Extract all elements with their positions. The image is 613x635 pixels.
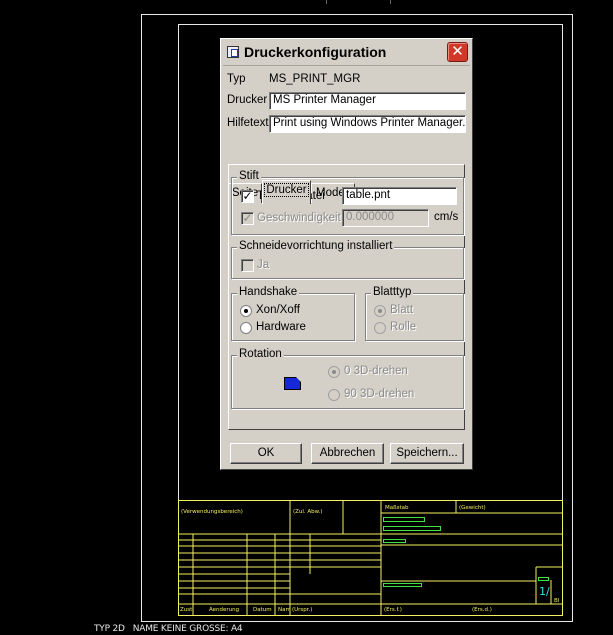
page-orientation-icon — [284, 377, 301, 390]
title-block-col-change: Aenderung — [209, 607, 239, 613]
type-label: Typ — [227, 73, 246, 85]
help-text-field[interactable]: Print using Windows Printer Manager. — [269, 115, 466, 133]
radio-blatt[interactable] — [374, 305, 386, 317]
radio-rolle[interactable] — [374, 322, 386, 334]
table-file-field[interactable]: table.pnt — [342, 187, 457, 205]
cutter-yes-checkbox[interactable] — [241, 259, 254, 272]
cancel-button[interactable]: Abbrechen — [311, 443, 384, 464]
tab-drucker-label: Drucker — [264, 183, 309, 197]
sheet-type-group-title: Blatttyp — [371, 286, 414, 298]
dialog-titlebar[interactable]: Druckerkonfiguration ✕ — [223, 41, 470, 66]
title-block-col-zust: Zust. — [180, 607, 194, 613]
radio-hardware[interactable] — [240, 322, 252, 334]
help-text-label: Hilfetext — [227, 117, 269, 129]
sheet-type-group: Blatttyp Blatt Rolle — [365, 286, 464, 341]
save-button[interactable]: Speichern... — [390, 443, 464, 464]
radio-rotate-0[interactable] — [328, 366, 340, 378]
speed-label: Geschwindigkeit — [257, 212, 341, 224]
status-line: TYP 2D NAME KEINE GROSSE: A4 — [94, 624, 243, 634]
top-ruler-mark — [326, 0, 327, 4]
radio-hardware-label: Hardware — [256, 321, 306, 333]
ok-button[interactable]: OK — [230, 443, 302, 464]
printer-config-dialog: Druckerkonfiguration ✕ Typ MS_PRINT_MGR … — [220, 38, 473, 470]
handshake-group: Handshake Xon/Xoff Hardware — [231, 286, 355, 341]
title-block-scale: Maßstab — [385, 505, 409, 511]
rotation-group-title: Rotation — [237, 348, 284, 360]
radio-rotate-90[interactable] — [328, 389, 340, 401]
printer-field[interactable]: MS Printer Manager — [269, 92, 466, 110]
title-block-col-date: Datum — [253, 607, 272, 613]
type-value: MS_PRINT_MGR — [269, 73, 361, 85]
title-block-usage: (Verwendungsbereich) — [181, 509, 243, 515]
radio-xon-xoff[interactable] — [240, 305, 252, 317]
tab-drucker[interactable]: Drucker — [262, 180, 311, 204]
cutter-group-title: Schneidevorrichtung installiert — [237, 240, 395, 252]
title-block-sheet-label: Bl — [554, 598, 560, 604]
cutter-group: Schneidevorrichtung installiert Ja — [231, 240, 464, 279]
title-block-col-replaced-by: (Ers.d.) — [472, 607, 492, 613]
title-block-col-replaces: (Ers.f.) — [384, 607, 402, 613]
table-file-checkbox[interactable]: ✓ — [241, 190, 254, 203]
pen-group-title: Stift — [237, 170, 261, 182]
radio-xon-xoff-label: Xon/Xoff — [256, 304, 300, 316]
title-block-sheet: 1/ — [539, 585, 550, 598]
title-block: (Verwendungsbereich) (Zul. Abw.) Maßstab… — [178, 500, 563, 616]
printer-label: Drucker — [227, 94, 268, 106]
window-icon — [227, 46, 239, 58]
radio-rotate-0-label: 0 3D-drehen — [344, 365, 408, 377]
radio-rotate-90-label: 90 3D-drehen — [344, 388, 415, 400]
speed-checkbox[interactable]: ✓ — [241, 212, 254, 225]
speed-unit: cm/s — [434, 211, 459, 223]
title-block-col-origin: (Urspr.) — [292, 607, 312, 613]
rotation-group: Rotation 0 3D-drehen 90 3D-drehen — [231, 348, 464, 409]
title-block-revision: (Zul. Abw.) — [293, 509, 323, 515]
radio-blatt-label: Blatt — [390, 304, 414, 316]
title-block-weight: (Gewicht) — [459, 505, 486, 511]
dialog-title: Druckerkonfiguration — [244, 44, 387, 60]
title-block-col-name: Nam — [278, 607, 291, 613]
radio-rolle-label: Rolle — [390, 321, 417, 333]
close-button[interactable]: ✕ — [447, 42, 468, 62]
cutter-yes-label: Ja — [257, 259, 270, 271]
top-ruler-mark — [390, 0, 391, 4]
speed-field[interactable]: 0.000000 — [342, 209, 429, 227]
handshake-group-title: Handshake — [237, 286, 300, 298]
